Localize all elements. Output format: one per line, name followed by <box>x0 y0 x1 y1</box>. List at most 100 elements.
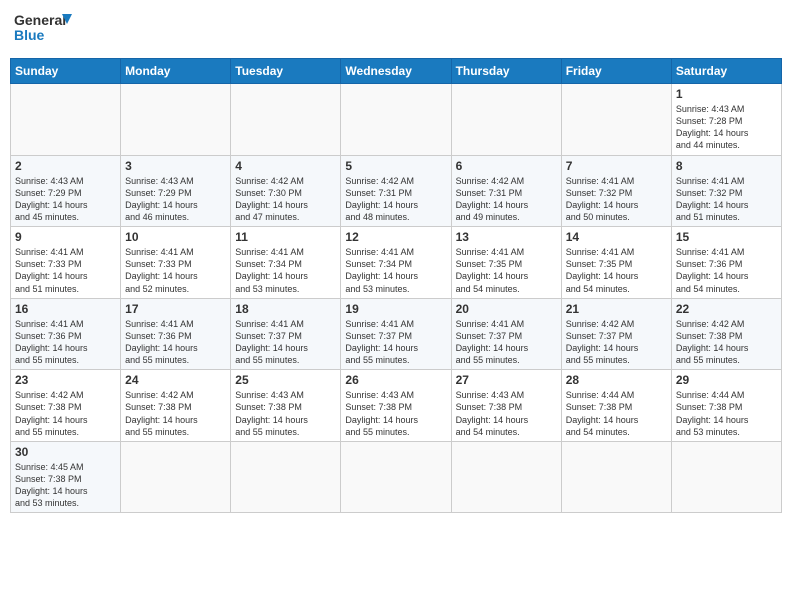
calendar-cell: 25 Sunrise: 4:43 AM Sunset: 7:38 PM Dayli… <box>231 370 341 442</box>
calendar-cell <box>561 441 671 513</box>
day-info: Sunrise: 4:41 AM Sunset: 7:34 PM Dayligh… <box>345 246 446 295</box>
day-number: 1 <box>676 87 777 101</box>
day-number: 20 <box>456 302 557 316</box>
day-info: Sunrise: 4:44 AM Sunset: 7:38 PM Dayligh… <box>676 389 777 438</box>
calendar-cell: 16 Sunrise: 4:41 AM Sunset: 7:36 PM Dayli… <box>11 298 121 370</box>
logo: GeneralBlue <box>14 10 74 52</box>
day-number: 9 <box>15 230 116 244</box>
day-info: Sunrise: 4:41 AM Sunset: 7:33 PM Dayligh… <box>15 246 116 295</box>
day-number: 26 <box>345 373 446 387</box>
calendar-week-1: 1Sunrise: 4:43 AM Sunset: 7:28 PM Daylig… <box>11 84 782 156</box>
day-info: Sunrise: 4:42 AM Sunset: 7:37 PM Dayligh… <box>566 318 667 367</box>
calendar-cell: 14Sunrise: 4:41 AM Sunset: 7:35 PM Dayli… <box>561 227 671 299</box>
day-number: 5 <box>345 159 446 173</box>
day-info: Sunrise: 4:41 AM Sunset: 7:36 PM Dayligh… <box>15 318 116 367</box>
day-info: Sunrise: 4:43 AM Sunset: 7:38 PM Dayligh… <box>456 389 557 438</box>
calendar-cell <box>231 84 341 156</box>
calendar-cell: 21 Sunrise: 4:42 AM Sunset: 7:37 PM Dayli… <box>561 298 671 370</box>
calendar-cell: 26 Sunrise: 4:43 AM Sunset: 7:38 PM Dayli… <box>341 370 451 442</box>
calendar-week-2: 2 Sunrise: 4:43 AM Sunset: 7:29 PM Daylig… <box>11 155 782 227</box>
day-number: 29 <box>676 373 777 387</box>
calendar-cell: 15 Sunrise: 4:41 AM Sunset: 7:36 PM Dayli… <box>671 227 781 299</box>
day-number: 21 <box>566 302 667 316</box>
day-info: Sunrise: 4:44 AM Sunset: 7:38 PM Dayligh… <box>566 389 667 438</box>
day-info: Sunrise: 4:41 AM Sunset: 7:34 PM Dayligh… <box>235 246 336 295</box>
calendar-week-4: 16 Sunrise: 4:41 AM Sunset: 7:36 PM Dayli… <box>11 298 782 370</box>
calendar-cell: 19 Sunrise: 4:41 AM Sunset: 7:37 PM Dayli… <box>341 298 451 370</box>
day-info: Sunrise: 4:42 AM Sunset: 7:31 PM Dayligh… <box>456 175 557 224</box>
day-number: 7 <box>566 159 667 173</box>
day-number: 30 <box>15 445 116 459</box>
day-header-monday: Monday <box>121 59 231 84</box>
day-number: 3 <box>125 159 226 173</box>
calendar-cell: 5 Sunrise: 4:42 AM Sunset: 7:31 PM Daylig… <box>341 155 451 227</box>
day-number: 15 <box>676 230 777 244</box>
calendar-cell: 22 Sunrise: 4:42 AM Sunset: 7:38 PM Dayli… <box>671 298 781 370</box>
day-number: 6 <box>456 159 557 173</box>
calendar-cell: 11Sunrise: 4:41 AM Sunset: 7:34 PM Dayli… <box>231 227 341 299</box>
calendar-cell: 24Sunrise: 4:42 AM Sunset: 7:38 PM Dayli… <box>121 370 231 442</box>
day-info: Sunrise: 4:41 AM Sunset: 7:37 PM Dayligh… <box>235 318 336 367</box>
day-info: Sunrise: 4:42 AM Sunset: 7:38 PM Dayligh… <box>15 389 116 438</box>
day-info: Sunrise: 4:43 AM Sunset: 7:29 PM Dayligh… <box>15 175 116 224</box>
calendar-cell: 20 Sunrise: 4:41 AM Sunset: 7:37 PM Dayli… <box>451 298 561 370</box>
day-info: Sunrise: 4:41 AM Sunset: 7:35 PM Dayligh… <box>456 246 557 295</box>
day-number: 16 <box>15 302 116 316</box>
day-info: Sunrise: 4:42 AM Sunset: 7:38 PM Dayligh… <box>676 318 777 367</box>
day-header-saturday: Saturday <box>671 59 781 84</box>
calendar-week-3: 9 Sunrise: 4:41 AM Sunset: 7:33 PM Daylig… <box>11 227 782 299</box>
calendar-cell: 30 Sunrise: 4:45 AM Sunset: 7:38 PM Dayli… <box>11 441 121 513</box>
day-number: 27 <box>456 373 557 387</box>
calendar-cell: 17 Sunrise: 4:41 AM Sunset: 7:36 PM Dayli… <box>121 298 231 370</box>
calendar-header-row: SundayMondayTuesdayWednesdayThursdayFrid… <box>11 59 782 84</box>
day-info: Sunrise: 4:41 AM Sunset: 7:36 PM Dayligh… <box>676 246 777 295</box>
calendar-cell <box>451 441 561 513</box>
day-info: Sunrise: 4:42 AM Sunset: 7:38 PM Dayligh… <box>125 389 226 438</box>
calendar-cell <box>11 84 121 156</box>
day-number: 12 <box>345 230 446 244</box>
calendar-week-5: 23 Sunrise: 4:42 AM Sunset: 7:38 PM Dayli… <box>11 370 782 442</box>
calendar-cell: 29 Sunrise: 4:44 AM Sunset: 7:38 PM Dayli… <box>671 370 781 442</box>
day-info: Sunrise: 4:41 AM Sunset: 7:37 PM Dayligh… <box>345 318 446 367</box>
day-info: Sunrise: 4:41 AM Sunset: 7:32 PM Dayligh… <box>566 175 667 224</box>
day-header-thursday: Thursday <box>451 59 561 84</box>
day-info: Sunrise: 4:41 AM Sunset: 7:33 PM Dayligh… <box>125 246 226 295</box>
calendar-cell: 28 Sunrise: 4:44 AM Sunset: 7:38 PM Dayli… <box>561 370 671 442</box>
day-number: 25 <box>235 373 336 387</box>
day-info: Sunrise: 4:42 AM Sunset: 7:31 PM Dayligh… <box>345 175 446 224</box>
calendar-cell <box>231 441 341 513</box>
calendar-cell: 8Sunrise: 4:41 AM Sunset: 7:32 PM Daylig… <box>671 155 781 227</box>
calendar-cell <box>451 84 561 156</box>
day-number: 18 <box>235 302 336 316</box>
day-number: 23 <box>15 373 116 387</box>
calendar-cell: 7 Sunrise: 4:41 AM Sunset: 7:32 PM Daylig… <box>561 155 671 227</box>
calendar-cell <box>561 84 671 156</box>
calendar-cell: 13 Sunrise: 4:41 AM Sunset: 7:35 PM Dayli… <box>451 227 561 299</box>
logo-icon: GeneralBlue <box>14 10 74 52</box>
day-number: 17 <box>125 302 226 316</box>
day-header-friday: Friday <box>561 59 671 84</box>
day-info: Sunrise: 4:43 AM Sunset: 7:38 PM Dayligh… <box>345 389 446 438</box>
calendar-cell: 3 Sunrise: 4:43 AM Sunset: 7:29 PM Daylig… <box>121 155 231 227</box>
day-info: Sunrise: 4:41 AM Sunset: 7:37 PM Dayligh… <box>456 318 557 367</box>
calendar-cell <box>341 84 451 156</box>
day-info: Sunrise: 4:43 AM Sunset: 7:38 PM Dayligh… <box>235 389 336 438</box>
day-info: Sunrise: 4:43 AM Sunset: 7:29 PM Dayligh… <box>125 175 226 224</box>
day-number: 28 <box>566 373 667 387</box>
day-number: 4 <box>235 159 336 173</box>
calendar-cell <box>341 441 451 513</box>
day-info: Sunrise: 4:45 AM Sunset: 7:38 PM Dayligh… <box>15 461 116 510</box>
day-number: 10 <box>125 230 226 244</box>
day-number: 13 <box>456 230 557 244</box>
calendar-cell: 27 Sunrise: 4:43 AM Sunset: 7:38 PM Dayli… <box>451 370 561 442</box>
day-number: 2 <box>15 159 116 173</box>
calendar-cell: 6 Sunrise: 4:42 AM Sunset: 7:31 PM Daylig… <box>451 155 561 227</box>
svg-text:Blue: Blue <box>14 27 45 43</box>
day-info: Sunrise: 4:41 AM Sunset: 7:32 PM Dayligh… <box>676 175 777 224</box>
day-number: 22 <box>676 302 777 316</box>
calendar-cell: 23 Sunrise: 4:42 AM Sunset: 7:38 PM Dayli… <box>11 370 121 442</box>
calendar-cell: 2 Sunrise: 4:43 AM Sunset: 7:29 PM Daylig… <box>11 155 121 227</box>
day-info: Sunrise: 4:41 AM Sunset: 7:36 PM Dayligh… <box>125 318 226 367</box>
svg-text:General: General <box>14 12 66 28</box>
day-number: 19 <box>345 302 446 316</box>
